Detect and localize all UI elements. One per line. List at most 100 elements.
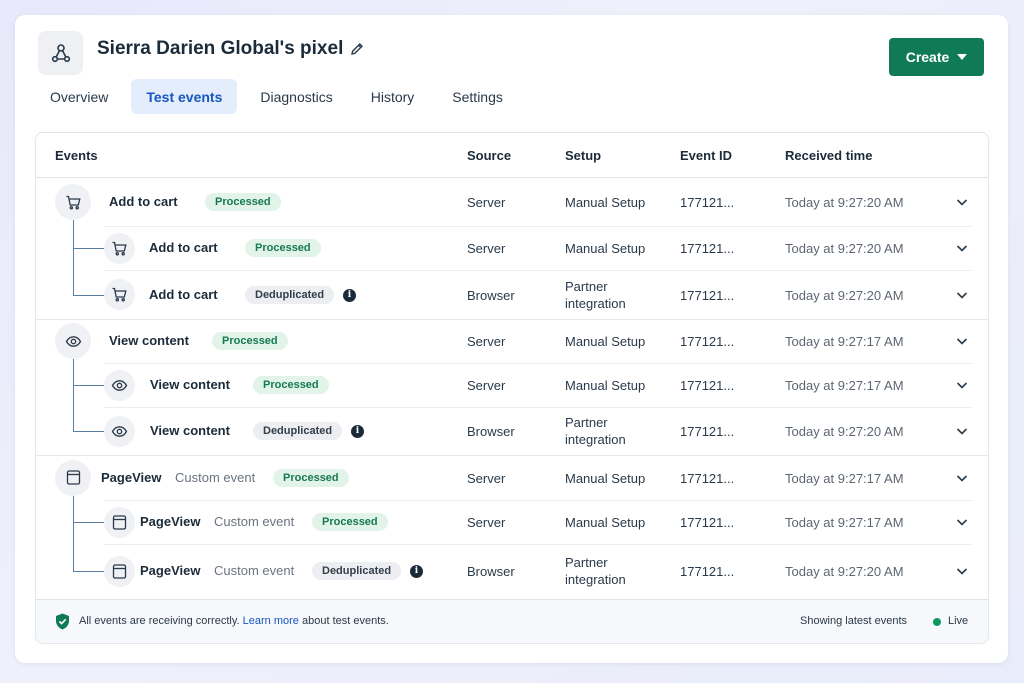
cell-setup: Manual Setup [565,195,646,210]
tab-overview[interactable]: Overview [35,79,123,114]
event-name: PageView [140,514,201,529]
info-icon[interactable]: i [351,425,364,438]
event-name: View content [150,423,230,438]
row-divider [36,319,988,320]
cell-setup: Partner integration [565,415,626,447]
expand-chevron-icon[interactable] [955,378,969,392]
event-name: PageView [101,469,162,485]
cell-setup: Partner integration [565,278,626,311]
tree-connector [73,359,74,431]
tab-test-events[interactable]: Test events [131,79,238,114]
showing-latest-label: Showing latest events [800,615,908,627]
page-title: Sierra Darien Global's pixel [97,38,344,59]
cell-event-id: 177121... [680,470,735,486]
status-badge: Deduplicated [312,562,402,580]
cart-icon [104,279,135,310]
column-header-events: Events [55,148,98,163]
status-badge: Deduplicated [245,285,335,304]
create-button-label: Create [905,49,950,65]
tree-connector [73,220,74,295]
tree-connector [73,385,104,386]
live-indicator-dot [933,618,941,626]
learn-more-link[interactable]: Learn more [243,615,299,627]
event-name: View content [109,333,189,348]
expand-chevron-icon[interactable] [955,288,969,302]
tab-bar: Overview Test events Diagnostics History Set… [35,79,526,115]
tree-connector [73,248,104,249]
event-name: Add to cart [109,194,178,209]
cell-source: Server [467,470,506,486]
tree-connector [73,571,104,572]
row-divider [104,363,972,364]
cell-event-id: 177121... [680,287,735,303]
page-icon [104,555,135,587]
cell-event-id: 177121... [680,195,735,210]
row-divider [36,455,988,456]
cell-event-id: 177121... [680,424,735,439]
status-badge: Processed [205,193,281,211]
tab-diagnostics[interactable]: Diagnostics [245,79,347,114]
live-label: Live [948,615,969,627]
eye-icon [104,369,135,401]
column-header-setup: Setup [565,148,602,163]
expand-chevron-icon[interactable] [955,564,969,578]
status-message-text: All events are receiving correctly. [79,615,240,627]
cell-setup: Manual Setup [565,515,646,530]
status-footer: All events are receiving correctly. Lear… [36,599,988,643]
event-name: Add to cart [149,240,218,255]
cart-icon [55,184,91,220]
cell-time: Today at 9:27:17 AM [785,334,904,349]
expand-chevron-icon[interactable] [955,471,969,485]
expand-chevron-icon[interactable] [955,334,969,348]
status-badge: Deduplicated [253,422,343,440]
expand-chevron-icon[interactable] [955,241,969,255]
cell-source: Browser [467,287,515,303]
tree-connector [73,522,104,523]
cell-time: Today at 9:27:20 AM [785,195,904,210]
eye-icon [104,415,135,447]
status-badge: Processed [312,513,388,531]
cell-setup: Manual Setup [565,241,646,256]
create-button[interactable]: Create [889,38,984,76]
cell-event-id: 177121... [680,564,735,579]
status-message-suffix: about test events. [301,615,389,627]
status-badge: Processed [212,332,288,350]
row-divider [104,544,972,545]
cell-source: Server [467,378,506,393]
events-table: Events Source Setup Event ID Received ti… [35,132,989,644]
info-icon[interactable]: i [343,288,356,302]
column-header-event-id: Event ID [680,148,733,163]
table-header: Events Source Setup Event ID Received ti… [36,133,988,178]
cell-time: Today at 9:27:20 AM [785,564,904,579]
pencil-icon[interactable] [349,41,365,57]
tab-settings[interactable]: Settings [437,79,518,114]
cell-source: Browser [467,564,515,579]
cell-event-id: 177121... [680,334,735,349]
tab-history[interactable]: History [356,79,430,114]
row-divider [104,500,972,501]
shield-check-icon [56,613,69,630]
status-badge: Processed [253,376,329,394]
status-badge: Processed [245,239,321,257]
cell-event-id: 177121... [680,378,735,393]
cart-icon [104,232,135,264]
event-name: View content [150,377,230,392]
tree-connector [73,294,104,296]
expand-chevron-icon[interactable] [955,424,969,438]
row-divider [104,226,972,227]
page-icon [104,506,135,538]
cell-setup: Manual Setup [565,470,646,486]
status-badge: Processed [273,468,349,487]
column-header-received-time: Received time [785,148,873,163]
cell-time: Today at 9:27:20 AM [785,424,904,439]
expand-chevron-icon[interactable] [955,515,969,529]
cell-source: Server [467,195,506,210]
cell-source: Server [467,515,506,530]
page-icon [55,459,91,496]
event-name: PageView [140,563,201,578]
cell-time: Today at 9:27:17 AM [785,378,904,393]
cell-event-id: 177121... [680,241,735,256]
info-icon[interactable]: i [410,565,423,578]
cell-source: Server [467,334,506,349]
expand-chevron-icon[interactable] [955,195,969,209]
